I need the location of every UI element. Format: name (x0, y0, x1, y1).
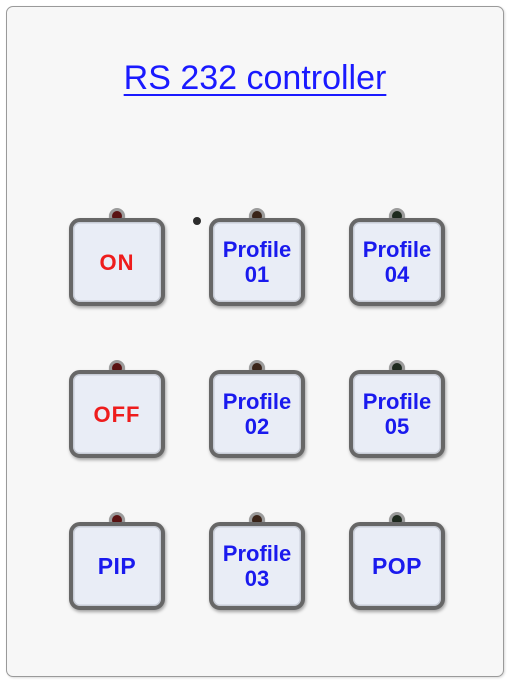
key-pip: PIP (69, 512, 165, 616)
pop-button-label: POP (371, 552, 423, 579)
off-button-label: OFF (93, 401, 141, 427)
profile-04-button-label: Profile 04 (362, 237, 432, 287)
profile-03-button[interactable]: Profile 03 (209, 522, 305, 610)
on-button[interactable]: ON (69, 218, 165, 306)
indicator-dot (193, 217, 201, 225)
key-pop: POP (349, 512, 445, 616)
off-button[interactable]: OFF (69, 370, 165, 458)
key-profile-04: Profile 04 (349, 208, 445, 312)
key-profile-01: Profile 01 (209, 208, 305, 312)
profile-01-button-label: Profile 01 (222, 237, 292, 287)
pop-button[interactable]: POP (349, 522, 445, 610)
key-off: OFF (69, 360, 165, 464)
controller-title-link[interactable]: RS 232 controller (7, 59, 503, 98)
profile-01-button[interactable]: Profile 01 (209, 218, 305, 306)
profile-03-button-label: Profile 03 (222, 541, 292, 591)
pip-button-label: PIP (97, 552, 137, 579)
rs232-controller-panel: RS 232 controller ON Profile 01 Profile … (6, 6, 504, 677)
key-on: ON (69, 208, 165, 312)
profile-05-button[interactable]: Profile 05 (349, 370, 445, 458)
profile-05-button-label: Profile 05 (362, 389, 432, 439)
key-profile-05: Profile 05 (349, 360, 445, 464)
pip-button[interactable]: PIP (69, 522, 165, 610)
profile-02-button[interactable]: Profile 02 (209, 370, 305, 458)
on-button-label: ON (99, 249, 135, 275)
key-profile-03: Profile 03 (209, 512, 305, 616)
key-profile-02: Profile 02 (209, 360, 305, 464)
profile-02-button-label: Profile 02 (222, 389, 292, 439)
profile-04-button[interactable]: Profile 04 (349, 218, 445, 306)
